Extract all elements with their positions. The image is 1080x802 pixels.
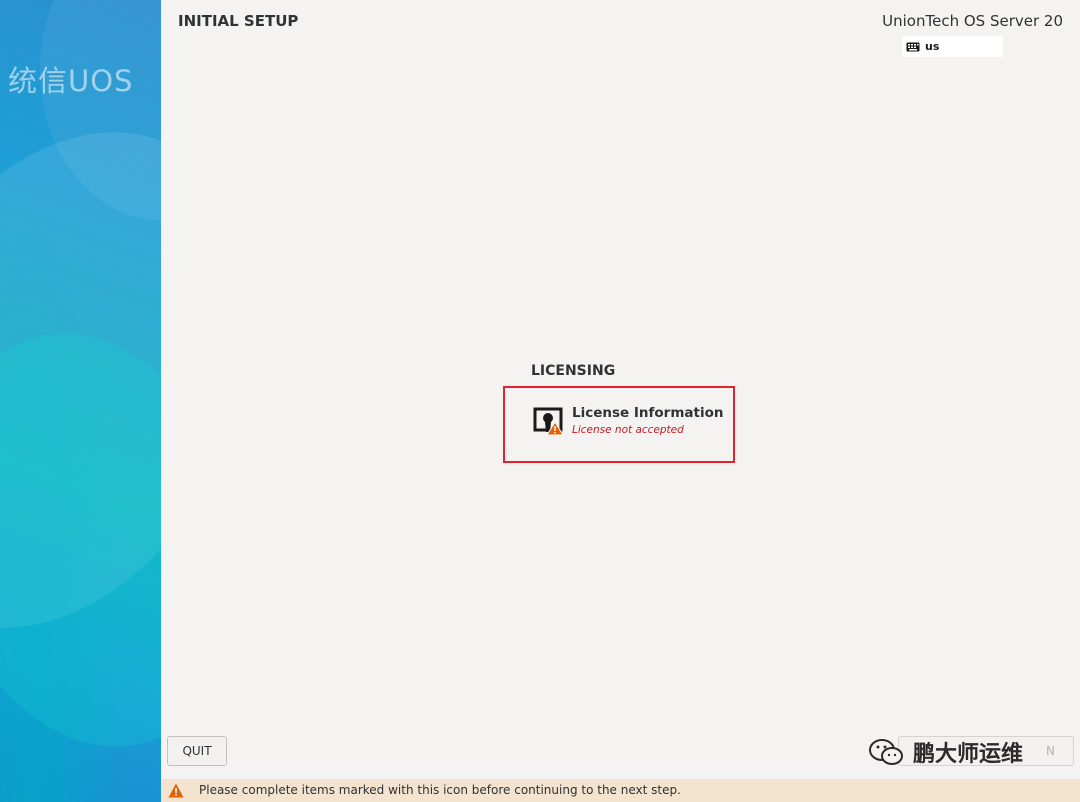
warning-text: Please complete items marked with this i… xyxy=(199,783,681,797)
sidebar: 统信UOS xyxy=(0,0,161,802)
keyboard-layout-indicator[interactable]: us xyxy=(902,36,1003,57)
category-licensing: LICENSING xyxy=(531,363,616,379)
spoke-name: License Information xyxy=(572,405,724,421)
uos-logo: 统信UOS xyxy=(8,64,134,98)
spoke-license-information[interactable]: License Information License not accepted xyxy=(533,403,743,443)
wechat-icon xyxy=(869,739,903,765)
sidebar-decoration xyxy=(0,298,161,782)
keyboard-icon xyxy=(906,42,920,51)
license-warning-icon xyxy=(533,407,564,436)
warning-bar: Please complete items marked with this i… xyxy=(161,779,1080,802)
watermark: 鹏大师运维 xyxy=(867,732,1023,772)
watermark-text: 鹏大师运维 xyxy=(913,742,1024,767)
warning-icon xyxy=(168,783,184,798)
keyboard-layout-label: us xyxy=(925,40,940,53)
product-name: UnionTech OS Server 20 xyxy=(882,12,1063,30)
spoke-status: License not accepted xyxy=(572,424,684,436)
quit-button[interactable]: QUIT xyxy=(167,736,227,766)
main-content: INITIAL SETUP UnionTech OS Server 20 us … xyxy=(161,0,1080,802)
page-title: INITIAL SETUP xyxy=(178,12,299,30)
